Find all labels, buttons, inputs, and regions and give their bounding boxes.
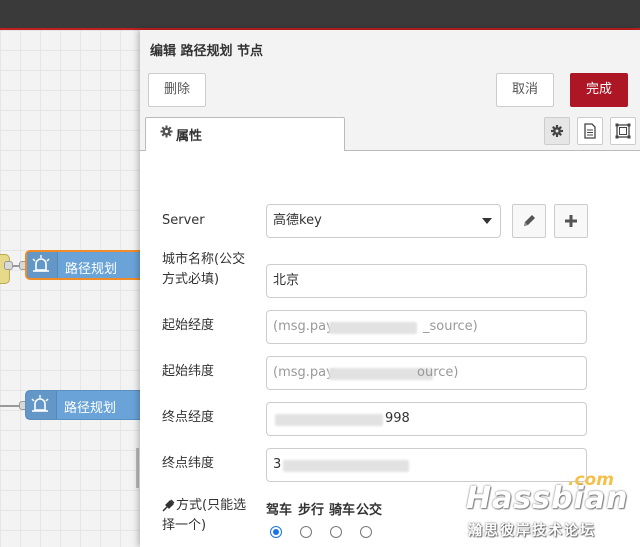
start-lat-placeholder-tail: ource) <box>417 365 459 380</box>
tray-title: 编辑 路径规划 节点 <box>150 44 264 59</box>
cancel-button[interactable]: 取消 <box>496 73 554 107</box>
gear-icon <box>551 125 563 137</box>
tray-header: 编辑 路径规划 节点 <box>140 30 640 67</box>
tab-properties[interactable]: 属性 <box>145 117 345 151</box>
mode-option-walk: 步行 <box>298 503 325 518</box>
redaction-blur <box>329 322 417 334</box>
end-lng-input[interactable]: 998 <box>266 402 587 436</box>
end-lng-value-tail: 998 <box>385 411 410 426</box>
mode-radio-bus[interactable] <box>360 526 372 538</box>
alarm-icon <box>32 255 50 272</box>
end-lat-value-head: 3 <box>273 457 282 472</box>
editor-header-bar <box>0 0 640 28</box>
edit-tray: 编辑 路径规划 节点 删除 取消 完成 属性 Server 高德key 城市名称… <box>140 30 640 547</box>
tab-label: 属性 <box>176 129 203 144</box>
output-port[interactable] <box>4 261 13 270</box>
pencil-icon <box>524 215 535 226</box>
alarm-icon <box>31 395 49 412</box>
add-server-button[interactable] <box>554 204 588 238</box>
start-lat-input[interactable]: (msg.pay ource) <box>266 356 587 390</box>
tray-resize-handle[interactable] <box>136 448 139 488</box>
route-node-1[interactable]: 路径规划 <box>25 250 155 280</box>
watermark-brand: Hassbian <box>466 481 629 516</box>
mode-radio-bike[interactable] <box>330 526 342 538</box>
watermark-site-name: 瀚思彼岸技术论坛 <box>468 523 596 539</box>
mode-label-line1: 方式(只能选 <box>176 498 247 513</box>
start-lng-label: 起始经度 <box>162 318 215 333</box>
server-label: Server <box>162 213 205 228</box>
server-select[interactable]: 高德key <box>266 204 501 238</box>
start-lng-placeholder: (msg.pay <box>273 319 334 334</box>
delete-button[interactable]: 删除 <box>148 73 206 107</box>
city-label-line2: 方式必填) <box>162 272 220 287</box>
flow-workspace[interactable]: 路径规划 路径规划 <box>0 30 155 547</box>
mode-radio-walk[interactable] <box>300 526 312 538</box>
mode-option-bus: 公交 <box>356 503 383 518</box>
plus-icon <box>565 215 577 227</box>
tab-tool-appearance[interactable] <box>610 117 636 145</box>
redaction-blur <box>275 414 383 426</box>
city-value: 北京 <box>273 273 300 288</box>
redaction-blur <box>283 460 409 472</box>
route-node-2[interactable]: 路径规划 <box>25 390 155 420</box>
start-lat-label: 起始纬度 <box>162 364 215 379</box>
city-label-line1: 城市名称(公交 <box>162 252 246 267</box>
done-button[interactable]: 完成 <box>570 73 628 107</box>
end-lat-label: 终点纬度 <box>162 456 215 471</box>
chevron-down-icon <box>482 218 492 224</box>
city-input[interactable]: 北京 <box>266 264 587 298</box>
mode-option-drive: 驾车 <box>266 503 293 518</box>
tray-toolbar: 删除 取消 完成 <box>140 66 640 115</box>
end-lat-input[interactable]: 3 <box>266 448 587 482</box>
frame-icon <box>615 123 631 139</box>
mode-option-bike: 骑车 <box>329 503 356 518</box>
node-icon <box>27 252 58 278</box>
mode-radio-drive[interactable] <box>270 526 282 538</box>
server-value: 高德key <box>273 213 322 228</box>
end-lng-label: 终点经度 <box>162 410 215 425</box>
edit-server-button[interactable] <box>512 204 546 238</box>
tab-tool-gear[interactable] <box>544 117 570 145</box>
node-label: 路径规划 <box>64 401 117 416</box>
node-label: 路径规划 <box>65 262 118 277</box>
tab-tool-description[interactable] <box>577 117 603 145</box>
mode-label-line2: 择一个) <box>162 518 207 533</box>
node-icon <box>26 391 57 419</box>
plug-icon <box>162 499 175 512</box>
start-lng-placeholder-tail: _source) <box>423 319 478 334</box>
start-lng-input[interactable]: (msg.pay _source) <box>266 310 587 344</box>
tab-bar: 属性 <box>140 114 640 151</box>
document-icon <box>584 123 596 139</box>
start-lat-placeholder: (msg.pay <box>273 365 334 380</box>
gear-icon <box>160 125 173 138</box>
